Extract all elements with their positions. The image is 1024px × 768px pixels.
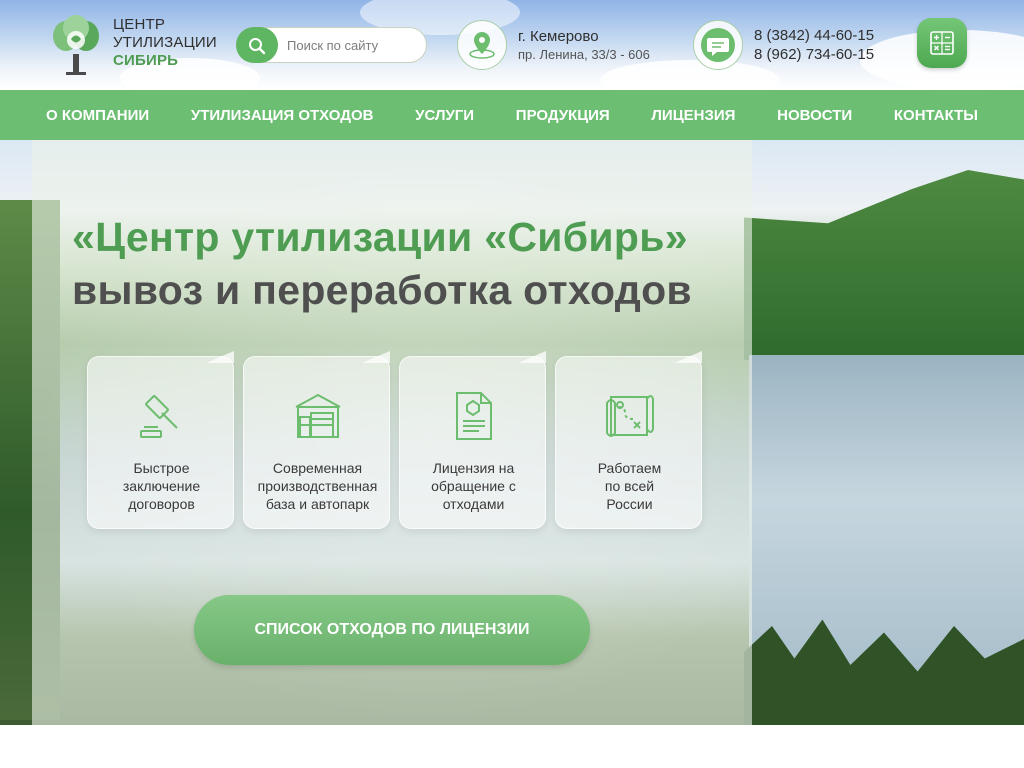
feature-text: Быстрое заключение договоров [94,459,229,513]
feature-line: обращение с [431,478,516,494]
license-document-icon [456,392,492,440]
feature-line: договоров [128,496,195,512]
feature-line: производственная [257,478,378,494]
nav-item-products[interactable]: ПРОДУКЦИЯ [516,107,610,124]
location-pin-icon [457,20,507,70]
feature-line: база и автопарк [265,496,370,512]
chat-icon [693,20,743,70]
feature-line: Быстрое [133,460,190,476]
address-street: пр. Ленина, 33/3 - 606 [518,47,650,62]
feature-line: Современная [272,460,363,476]
feature-card-russia: Работаем по всей России [555,351,702,529]
nav-item-company[interactable]: О КОМПАНИИ [46,107,149,124]
nav-item-license[interactable]: ЛИЦЕНЗИЯ [651,107,735,124]
phone-link-2[interactable]: 8 (962) 734-60-15 [754,45,874,64]
cloud-decoration [600,60,780,90]
feature-card-base: Современная производственная база и авто… [243,351,390,529]
feature-line: заключение [122,478,201,494]
mountain-right-image [744,170,1024,360]
address-block: г. Кемерово пр. Ленина, 33/3 - 606 [518,28,650,64]
feature-text: Современная производственная база и авто… [250,459,385,513]
feature-line: России [606,496,653,512]
feature-text: Работаем по всей России [562,459,697,513]
hero-title-line-2: вывоз и переработка отходов [72,267,692,313]
calculator-button[interactable] [917,18,967,68]
river-image [749,355,1024,675]
feature-line: по всей [604,478,655,494]
phone-block: 8 (3842) 44-60-15 8 (962) 734-60-15 [754,26,874,64]
logo-line-1: ЦЕНТР [113,16,166,33]
header: ЦЕНТР УТИЛИЗАЦИИ СИБИРЬ г. Кемерово пр. … [0,0,1024,90]
search-icon [249,38,266,55]
feature-card-license: Лицензия на обращение с отходами [399,351,546,529]
feature-line: отходами [442,496,505,512]
logo-line-3: СИБИРЬ [113,52,179,69]
hero-title-line-1: «Центр утилизации «Сибирь» [72,214,688,260]
search-box [236,27,427,63]
main-nav: О КОМПАНИИ УТИЛИЗАЦИЯ ОТХОДОВ УСЛУГИ ПРО… [0,90,1024,140]
waste-list-button[interactable]: СПИСОК ОТХОДОВ ПО ЛИЦЕНЗИИ [194,595,590,665]
tree-logo-icon [53,15,99,75]
feature-line: Лицензия на [432,460,515,476]
warehouse-icon [295,393,341,438]
calculator-icon [930,31,954,55]
logo[interactable]: ЦЕНТР УТИЛИЗАЦИИ СИБИРЬ [52,14,227,76]
feature-card-contracts: Быстрое заключение договоров [87,351,234,529]
feature-text: Лицензия на обращение с отходами [406,459,541,513]
gavel-icon [140,395,178,438]
nav-item-contacts[interactable]: КОНТАКТЫ [894,107,978,124]
phone-link-1[interactable]: 8 (3842) 44-60-15 [754,26,874,45]
search-input[interactable] [287,36,417,54]
nav-item-services[interactable]: УСЛУГИ [415,107,474,124]
logo-text: ЦЕНТР УТИЛИЗАЦИИ СИБИРЬ [113,16,217,70]
search-button[interactable] [236,27,278,63]
logo-line-2: УТИЛИЗАЦИИ [113,34,217,51]
address-city: г. Кемерово [518,28,599,45]
feature-line: Работаем [597,460,662,476]
nav-item-waste-disposal[interactable]: УТИЛИЗАЦИЯ ОТХОДОВ [191,107,374,124]
map-icon [606,395,654,437]
nav-item-news[interactable]: НОВОСТИ [777,107,852,124]
